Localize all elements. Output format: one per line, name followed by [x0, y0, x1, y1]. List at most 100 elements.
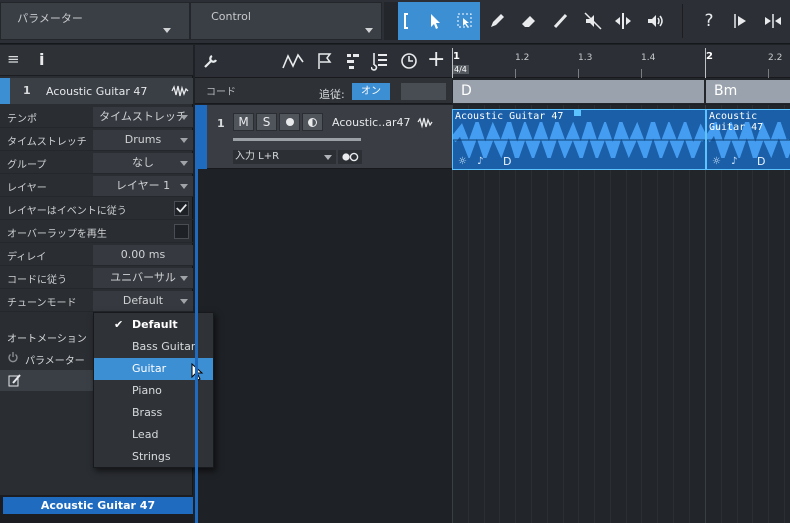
ruler-mark: 1 [453, 51, 460, 62]
link-toggle[interactable] [338, 150, 362, 164]
add-track-icon[interactable]: + [427, 47, 445, 73]
inspector-row-overlap: オーバーラップを再生 [0, 221, 193, 243]
range-tool-icon[interactable] [450, 2, 480, 40]
solo-button[interactable]: S [256, 113, 277, 131]
record-button[interactable] [279, 113, 300, 131]
forward-icon[interactable] [726, 2, 756, 40]
input-selector[interactable]: 入力 L+R [233, 150, 336, 164]
inspector-row-group: グループ なし [0, 152, 193, 174]
ruler-mark: 1.2 [515, 53, 530, 63]
inspector-row-tune-mode: チューンモード Default [0, 290, 193, 312]
waveform-icon [171, 85, 189, 97]
tempo-clock-icon[interactable] [400, 52, 418, 70]
track-header[interactable]: 1 M S Acoustic..ar47 入力 L+R [195, 105, 452, 169]
automation-label: オートメーション [7, 334, 87, 345]
mute-tool-icon[interactable] [578, 2, 608, 40]
power-icon[interactable] [7, 351, 19, 363]
menu-item-label: Piano [132, 384, 162, 397]
bend-icon[interactable] [758, 2, 788, 40]
chord-lane: D Bm [452, 78, 790, 104]
ruler-mark: 1.4 [641, 53, 656, 63]
link-icon [342, 152, 359, 162]
follow-chords-dropdown[interactable]: ユニバーサル [93, 268, 193, 288]
group-label: グループ [7, 160, 47, 171]
menu-icon[interactable]: ≡ [7, 52, 20, 67]
group-dropdown[interactable]: なし [93, 153, 193, 173]
monitor-icon [308, 118, 317, 127]
split-tool-icon[interactable] [608, 2, 638, 40]
menu-item-label: Brass [132, 406, 163, 419]
track-name: Acoustic..ar47 [332, 116, 411, 129]
mute-button[interactable]: M [233, 113, 254, 131]
paint-icon[interactable] [546, 2, 576, 40]
layer-value: レイヤー 1 [115, 179, 171, 192]
arrange-lanes[interactable]: Acoustic Guitar 47 ☼ ♪ D Acoustic Guitar… [452, 105, 790, 523]
wrench-icon[interactable] [203, 53, 219, 69]
arrow-tool-icon[interactable] [420, 2, 450, 40]
volume-slider[interactable] [233, 138, 361, 141]
track-number: 1 [23, 84, 31, 97]
chevron-down-icon [180, 276, 188, 281]
menu-item-label: Guitar [132, 362, 167, 375]
chevron-down-icon [180, 184, 188, 189]
ruler-mark: 2 [706, 51, 713, 62]
delay-field[interactable]: 0.00 ms [93, 245, 193, 265]
follow-chords-label: コードに従う [7, 275, 67, 286]
layer-follow-label: レイヤーはイベントに従う [7, 206, 127, 217]
chord-track-header: コード 追従: オン [195, 78, 452, 104]
layer-follow-checkbox[interactable] [174, 201, 189, 216]
edit-icon[interactable] [8, 374, 22, 387]
audio-event[interactable]: Acoustic Guitar 47 ☼ ♪ D [706, 109, 790, 170]
tempo-dropdown[interactable]: タイムストレッチ [93, 107, 193, 127]
follow-chords-value: ユニバーサル [110, 271, 176, 284]
track-number: 1 [217, 117, 225, 130]
menu-item-label: Lead [132, 428, 159, 441]
follow-off-toggle[interactable] [401, 83, 446, 100]
help-icon[interactable]: ? [694, 2, 724, 40]
ruler-mark: 2.2 [768, 53, 783, 63]
listen-icon[interactable] [640, 2, 670, 40]
scratch-pad-icon[interactable] [345, 52, 361, 70]
control-dropdown[interactable]: Control [190, 2, 382, 40]
chevron-down-icon [180, 299, 188, 304]
sun-icon: ☼ [458, 156, 467, 167]
info-icon[interactable]: i [39, 50, 44, 69]
inspector-row-layer-follow: レイヤーはイベントに従う [0, 198, 193, 220]
event-chord: D [503, 155, 512, 168]
tune-mode-value: Default [122, 294, 164, 307]
eraser-icon[interactable] [514, 2, 544, 40]
event-name: Acoustic Guitar 47 [455, 111, 564, 122]
timeline-ruler[interactable]: 1 1.2 1.3 1.4 2 2.2 4/4 [452, 45, 790, 78]
timestretch-dropdown[interactable]: Drums [93, 130, 193, 150]
chord-follow-icon: ♪ [477, 156, 484, 167]
inspector-row-tempo: テンポ タイムストレッチ [0, 106, 193, 128]
chevron-down-icon [180, 115, 188, 120]
marker-flag-icon[interactable] [317, 52, 333, 70]
input-selector-label: 入力 L+R [235, 151, 280, 162]
audio-event[interactable]: Acoustic Guitar 47 ☼ ♪ D [452, 109, 706, 170]
menu-item-label: Default [132, 318, 178, 331]
chord-track-icon[interactable] [371, 51, 389, 71]
tempo-label: テンポ [7, 114, 37, 125]
chevron-down-icon [180, 138, 188, 143]
parameter-label: パラメーター [25, 356, 85, 367]
chevron-down-icon [163, 28, 171, 33]
parameter-dropdown-label: パラメーター [17, 12, 83, 25]
time-signature[interactable]: 4/4 [452, 65, 469, 74]
event-handle[interactable] [574, 110, 581, 116]
bracket-tool-icon[interactable] [398, 2, 420, 40]
tune-mode-dropdown[interactable]: Default [93, 291, 193, 311]
pencil-icon[interactable] [482, 2, 512, 40]
layer-dropdown[interactable]: レイヤー 1 [93, 176, 193, 196]
inspector-track-row[interactable]: 1 Acoustic Guitar 47 [0, 78, 193, 104]
sun-icon: ☼ [712, 156, 721, 167]
chevron-down-icon [180, 161, 188, 166]
chord-event[interactable]: Bm [706, 80, 790, 103]
inspector-footer-track-name[interactable]: Acoustic Guitar 47 [3, 497, 193, 514]
tempo-value: タイムストレッチ [99, 110, 187, 123]
monitor-button[interactable] [302, 113, 323, 131]
automation-curve-icon[interactable] [282, 52, 304, 70]
chord-event[interactable]: D [453, 80, 704, 103]
follow-toggle[interactable]: オン [352, 83, 390, 100]
overlap-checkbox[interactable] [174, 224, 189, 239]
